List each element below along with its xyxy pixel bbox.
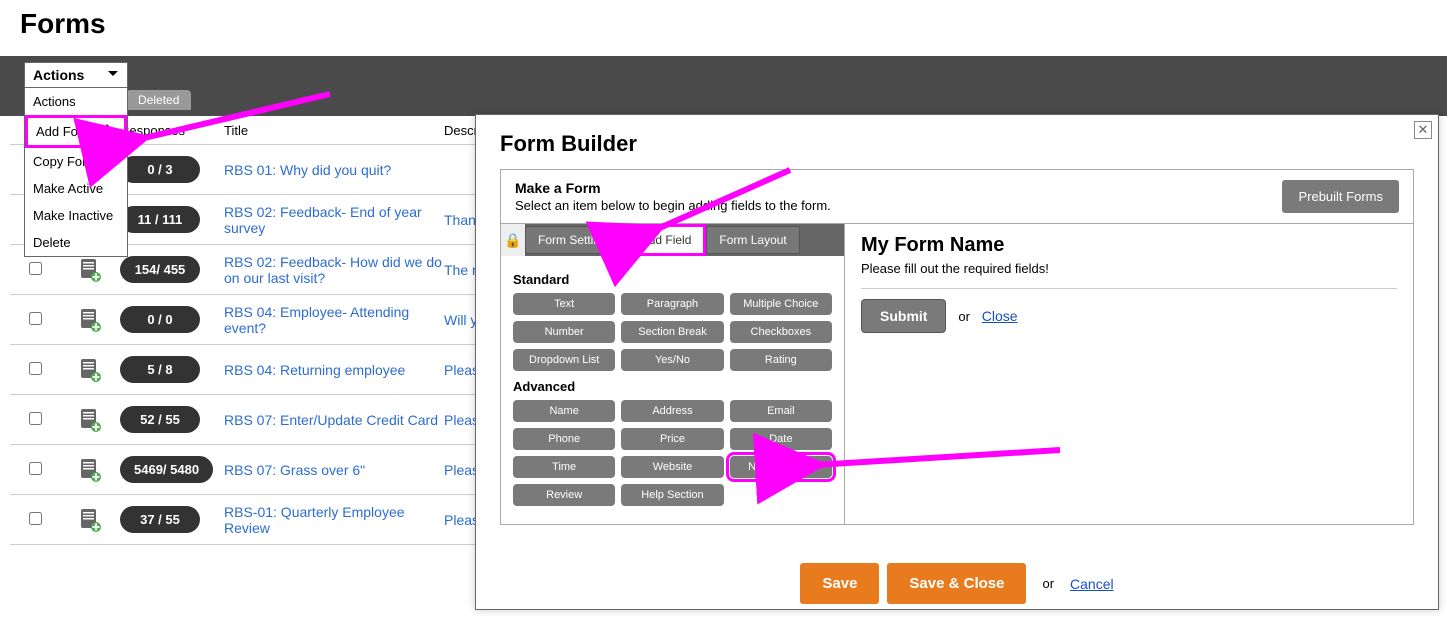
col-title: Title bbox=[224, 123, 444, 138]
form-title-link[interactable]: RBS 02: Feedback- End of year survey bbox=[224, 204, 422, 236]
field-price[interactable]: Price bbox=[621, 428, 723, 450]
cursor-icon bbox=[106, 124, 120, 142]
form-title-link[interactable]: RBS 04: Employee- Attending event? bbox=[224, 304, 409, 336]
modal-title: Form Builder bbox=[476, 115, 1438, 169]
field-time[interactable]: Time bbox=[513, 456, 615, 478]
field-website[interactable]: Website bbox=[621, 456, 723, 478]
row-checkbox[interactable] bbox=[29, 312, 42, 325]
response-badge: 5469/ 5480 bbox=[120, 456, 213, 483]
field-name[interactable]: Name bbox=[513, 400, 615, 422]
lock-icon: 🔒 bbox=[501, 224, 525, 256]
dropdown-item-label: Add Form bbox=[36, 124, 93, 139]
field-number[interactable]: Number bbox=[513, 321, 615, 343]
make-form-subtitle: Select an item below to begin adding fie… bbox=[515, 198, 831, 213]
footer-or-text: or bbox=[1042, 576, 1054, 591]
field-rating[interactable]: Rating bbox=[730, 349, 832, 371]
field-address[interactable]: Address bbox=[621, 400, 723, 422]
dropdown-item-add-form[interactable]: Add Form bbox=[25, 115, 127, 148]
tab-deleted[interactable]: Deleted bbox=[126, 90, 191, 110]
row-checkbox[interactable] bbox=[29, 362, 42, 375]
preview-or-text: or bbox=[958, 309, 970, 324]
page-title: Forms bbox=[20, 8, 106, 40]
field-review[interactable]: Review bbox=[513, 484, 615, 506]
actions-dropdown[interactable]: Actions Actions Add Form Copy Form Make … bbox=[24, 62, 128, 257]
builder-tab-strip: 🔒 Form Settings Add Field Form Layout bbox=[501, 224, 844, 256]
field-checkboxes[interactable]: Checkboxes bbox=[730, 321, 832, 343]
row-checkbox[interactable] bbox=[29, 412, 42, 425]
document-plus-icon[interactable] bbox=[79, 358, 101, 382]
response-badge: 52 / 55 bbox=[120, 406, 200, 433]
preview-form-name: My Form Name bbox=[861, 234, 1397, 257]
response-badge: 11 / 111 bbox=[120, 206, 200, 233]
field-yes-no[interactable]: Yes/No bbox=[621, 349, 723, 371]
field-dropdown-list[interactable]: Dropdown List bbox=[513, 349, 615, 371]
field-section-break[interactable]: Section Break bbox=[621, 321, 723, 343]
field-date[interactable]: Date bbox=[730, 428, 832, 450]
col-responses: Responses bbox=[120, 123, 224, 138]
document-plus-icon[interactable] bbox=[79, 308, 101, 332]
tab-form-settings[interactable]: Form Settings bbox=[525, 226, 626, 254]
document-plus-icon[interactable] bbox=[79, 508, 101, 532]
preview-close-link[interactable]: Close bbox=[982, 308, 1018, 324]
toolbar-band bbox=[0, 56, 1447, 116]
document-plus-icon[interactable] bbox=[79, 408, 101, 432]
row-checkbox[interactable] bbox=[29, 462, 42, 475]
make-form-title: Make a Form bbox=[515, 180, 831, 196]
form-title-link[interactable]: RBS 07: Enter/Update Credit Card bbox=[224, 412, 438, 428]
form-title-link[interactable]: RBS-01: Quarterly Employee Review bbox=[224, 504, 405, 536]
standard-section-label: Standard bbox=[513, 272, 832, 287]
form-title-link[interactable]: RBS 04: Returning employee bbox=[224, 362, 405, 378]
form-title-link[interactable]: RBS 02: Feedback- How did we do on our l… bbox=[224, 254, 442, 286]
preview-form-sub: Please fill out the required fields! bbox=[861, 261, 1397, 276]
dropdown-item-copy-form[interactable]: Copy Form bbox=[25, 148, 127, 175]
chevron-down-icon bbox=[107, 67, 119, 83]
field-paragraph[interactable]: Paragraph bbox=[621, 293, 723, 315]
field-phone[interactable]: Phone bbox=[513, 428, 615, 450]
cancel-link[interactable]: Cancel bbox=[1070, 576, 1114, 592]
response-badge: 0 / 0 bbox=[120, 306, 200, 333]
dropdown-item-make-inactive[interactable]: Make Inactive bbox=[25, 202, 127, 229]
field-net-promoter[interactable]: Net Promoter bbox=[730, 456, 832, 478]
form-preview: My Form Name Please fill out the require… bbox=[845, 224, 1413, 524]
field-sections: Standard Text Paragraph Multiple Choice … bbox=[501, 256, 844, 524]
actions-dropdown-label: Actions bbox=[33, 67, 84, 83]
save-button[interactable]: Save bbox=[800, 563, 879, 604]
modal-inner: Make a Form Select an item below to begi… bbox=[500, 169, 1414, 525]
save-close-button[interactable]: Save & Close bbox=[887, 563, 1026, 604]
builder-left-panel: 🔒 Form Settings Add Field Form Layout St… bbox=[501, 224, 845, 524]
field-multiple-choice[interactable]: Multiple Choice bbox=[730, 293, 832, 315]
modal-footer: Save Save & Close or Cancel bbox=[476, 549, 1438, 616]
dropdown-item-actions[interactable]: Actions bbox=[25, 88, 127, 115]
form-title-link[interactable]: RBS 07: Grass over 6" bbox=[224, 462, 365, 478]
response-badge: 37 / 55 bbox=[120, 506, 200, 533]
dropdown-item-delete[interactable]: Delete bbox=[25, 229, 127, 256]
document-plus-icon[interactable] bbox=[79, 258, 101, 282]
builder-body: 🔒 Form Settings Add Field Form Layout St… bbox=[501, 224, 1413, 524]
field-text[interactable]: Text bbox=[513, 293, 615, 315]
response-badge: 5 / 8 bbox=[120, 356, 200, 383]
response-badge: 154/ 455 bbox=[120, 256, 200, 283]
dropdown-item-make-active[interactable]: Make Active bbox=[25, 175, 127, 202]
field-help-section[interactable]: Help Section bbox=[621, 484, 723, 506]
form-builder-modal: ✕ Form Builder Make a Form Select an ite… bbox=[475, 114, 1439, 610]
document-plus-icon[interactable] bbox=[79, 458, 101, 482]
row-checkbox[interactable] bbox=[29, 512, 42, 525]
preview-submit-button[interactable]: Submit bbox=[861, 299, 946, 333]
modal-subheader: Make a Form Select an item below to begi… bbox=[501, 170, 1413, 224]
advanced-section-label: Advanced bbox=[513, 379, 832, 394]
response-badge: 0 / 3 bbox=[120, 156, 200, 183]
row-checkbox[interactable] bbox=[29, 262, 42, 275]
tab-form-layout[interactable]: Form Layout bbox=[706, 226, 799, 254]
tab-add-field[interactable]: Add Field bbox=[626, 224, 707, 256]
modal-close-button[interactable]: ✕ bbox=[1414, 121, 1432, 139]
form-title-link[interactable]: RBS 01: Why did you quit? bbox=[224, 162, 391, 178]
actions-dropdown-header[interactable]: Actions bbox=[25, 63, 127, 88]
field-email[interactable]: Email bbox=[730, 400, 832, 422]
prebuilt-forms-button[interactable]: Prebuilt Forms bbox=[1282, 180, 1399, 213]
